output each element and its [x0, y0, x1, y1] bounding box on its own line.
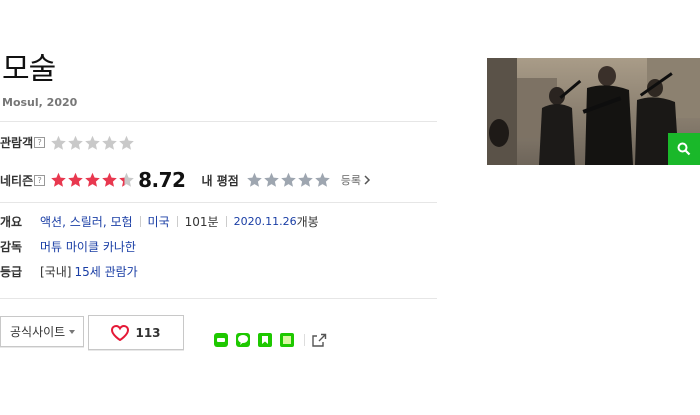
cafe-icon[interactable] [280, 333, 294, 347]
audience-rating-row: 관람객 ? [0, 134, 135, 151]
my-rating-star-icon[interactable] [314, 172, 331, 188]
release-date-link[interactable]: 2020.11.26 [234, 215, 297, 228]
my-rating-label: 내 평점 [201, 173, 239, 188]
separator [304, 334, 305, 346]
grade-label: 등급 [0, 265, 23, 279]
register-link[interactable]: 등록 [341, 172, 371, 188]
release-suffix: 개봉 [296, 215, 319, 229]
audience-star-icon [85, 135, 100, 150]
netizen-rating-row: 네티즌 ? 8.72 내 평점 등록 [0, 168, 371, 192]
audience-star-icon [119, 135, 134, 150]
kakao-icon[interactable] [236, 333, 250, 347]
movie-still-image[interactable] [487, 58, 700, 165]
my-rating-star-icon[interactable] [263, 172, 280, 188]
audience-label: 관람객 [0, 136, 34, 150]
netizen-label: 네티즌 [0, 173, 34, 188]
separator [176, 216, 178, 227]
my-rating-stars[interactable] [246, 172, 331, 188]
netizen-stars [50, 172, 135, 188]
caret-down-icon [69, 329, 76, 334]
netizen-star-icon [51, 172, 66, 187]
share-icons [214, 332, 327, 348]
overview-label: 개요 [0, 215, 23, 229]
band-icon[interactable] [214, 333, 228, 347]
divider [0, 121, 437, 122]
my-rating-star-icon[interactable] [297, 172, 314, 188]
movie-original-title: Mosul, 2020 [2, 96, 78, 109]
grade-link[interactable]: 15세 관람가 [74, 263, 137, 280]
official-site-label: 공식사이트 [10, 325, 66, 339]
audience-star-icon [51, 135, 66, 150]
overview-row: 개요 액션, 스릴러, 모험 미국 101분 2020.11.26 개봉 [0, 213, 319, 230]
director-row: 감독 머튜 마이클 카나한 [0, 238, 136, 255]
netizen-star-icon [68, 172, 83, 187]
genre-link[interactable]: 액션, 스릴러, 모험 [40, 213, 133, 230]
audience-star-icon [102, 135, 117, 150]
separator [139, 216, 141, 227]
official-site-button[interactable]: 공식사이트 [0, 316, 84, 347]
like-count: 113 [135, 325, 161, 340]
like-button[interactable]: 113 [88, 315, 184, 350]
blog-icon[interactable] [258, 333, 272, 347]
runtime: 101분 [184, 215, 219, 229]
grade-prefix: [국내] [40, 265, 72, 279]
zoom-button[interactable] [668, 133, 700, 165]
divider [0, 298, 437, 299]
grade-row: 등급 [국내] 15세 관람가 [0, 263, 138, 280]
country-link[interactable]: 미국 [148, 213, 170, 230]
director-label: 감독 [0, 240, 23, 254]
my-rating-star-icon[interactable] [246, 172, 263, 188]
share-icon[interactable] [311, 332, 327, 348]
chevron-right-icon [364, 175, 371, 185]
audience-stars [50, 135, 135, 151]
netizen-star-icon [85, 172, 100, 187]
movie-title: 모술 [2, 52, 56, 87]
director-link[interactable]: 머튜 마이클 카나한 [40, 238, 136, 255]
netizen-star-icon [119, 172, 134, 187]
netizen-score: 8.72 [138, 168, 186, 192]
heart-icon [111, 324, 130, 341]
audience-star-icon [68, 135, 83, 150]
my-rating-star-icon[interactable] [280, 172, 297, 188]
search-icon [677, 142, 691, 156]
netizen-star-icon [102, 172, 117, 187]
register-label: 등록 [340, 174, 362, 187]
netizen-help-icon[interactable]: ? [34, 174, 46, 186]
separator [225, 216, 227, 227]
audience-help-icon[interactable]: ? [34, 137, 46, 148]
divider [0, 202, 437, 203]
